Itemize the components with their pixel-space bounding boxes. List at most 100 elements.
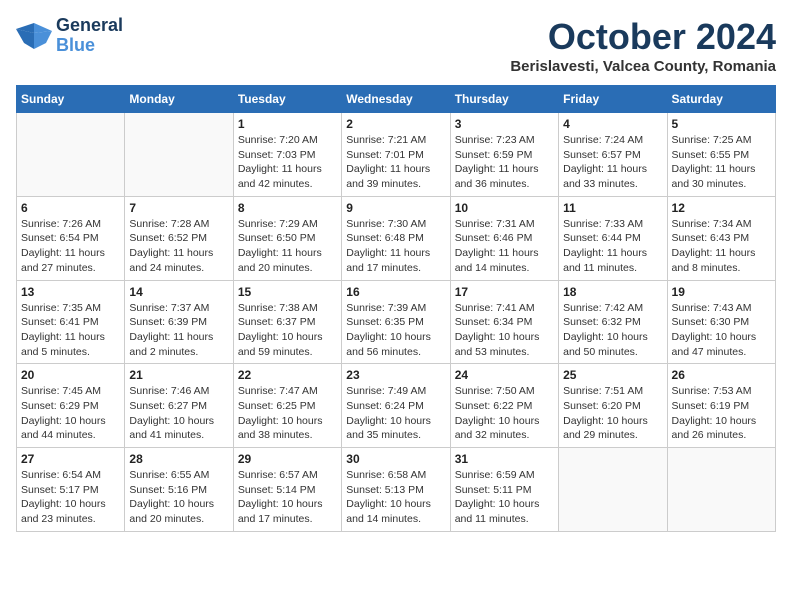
calendar-cell: 1 Sunrise: 7:20 AMSunset: 7:03 PMDaylight… <box>233 113 341 197</box>
logo-bird-icon <box>16 21 52 51</box>
day-number: 15 <box>238 285 337 299</box>
calendar-cell: 12 Sunrise: 7:34 AMSunset: 6:43 PMDayligh… <box>667 196 775 280</box>
day-info: Sunrise: 7:50 AMSunset: 6:22 PMDaylight:… <box>455 384 554 443</box>
day-number: 19 <box>672 285 771 299</box>
day-info: Sunrise: 6:54 AMSunset: 5:17 PMDaylight:… <box>21 468 120 527</box>
column-header-sunday: Sunday <box>17 86 125 113</box>
column-header-tuesday: Tuesday <box>233 86 341 113</box>
page-header: General Blue October 2024 Berislavesti, … <box>16 16 776 75</box>
title-block: October 2024 Berislavesti, Valcea County… <box>510 16 776 75</box>
day-info: Sunrise: 6:55 AMSunset: 5:16 PMDaylight:… <box>129 468 228 527</box>
day-info: Sunrise: 7:42 AMSunset: 6:32 PMDaylight:… <box>563 301 662 360</box>
day-info: Sunrise: 6:58 AMSunset: 5:13 PMDaylight:… <box>346 468 445 527</box>
day-number: 13 <box>21 285 120 299</box>
day-info: Sunrise: 7:49 AMSunset: 6:24 PMDaylight:… <box>346 384 445 443</box>
calendar-cell: 29 Sunrise: 6:57 AMSunset: 5:14 PMDayligh… <box>233 448 341 532</box>
day-info: Sunrise: 7:53 AMSunset: 6:19 PMDaylight:… <box>672 384 771 443</box>
day-number: 2 <box>346 117 445 131</box>
calendar-cell: 6 Sunrise: 7:26 AMSunset: 6:54 PMDaylight… <box>17 196 125 280</box>
day-info: Sunrise: 7:25 AMSunset: 6:55 PMDaylight:… <box>672 133 771 192</box>
day-number: 6 <box>21 201 120 215</box>
day-info: Sunrise: 7:41 AMSunset: 6:34 PMDaylight:… <box>455 301 554 360</box>
week-row-3: 13 Sunrise: 7:35 AMSunset: 6:41 PMDayligh… <box>17 280 776 364</box>
day-info: Sunrise: 7:37 AMSunset: 6:39 PMDaylight:… <box>129 301 228 360</box>
day-number: 3 <box>455 117 554 131</box>
calendar-cell: 24Sunrise: 7:50 AMSunset: 6:22 PMDayligh… <box>450 364 558 448</box>
day-info: Sunrise: 7:51 AMSunset: 6:20 PMDaylight:… <box>563 384 662 443</box>
day-number: 9 <box>346 201 445 215</box>
calendar-cell: 10 Sunrise: 7:31 AMSunset: 6:46 PMDayligh… <box>450 196 558 280</box>
column-header-wednesday: Wednesday <box>342 86 450 113</box>
calendar-cell: 27 Sunrise: 6:54 AMSunset: 5:17 PMDayligh… <box>17 448 125 532</box>
calendar-cell: 28Sunrise: 6:55 AMSunset: 5:16 PMDayligh… <box>125 448 233 532</box>
day-info: Sunrise: 7:20 AMSunset: 7:03 PMDaylight:… <box>238 133 337 192</box>
column-header-monday: Monday <box>125 86 233 113</box>
week-row-2: 6 Sunrise: 7:26 AMSunset: 6:54 PMDaylight… <box>17 196 776 280</box>
day-info: Sunrise: 7:38 AMSunset: 6:37 PMDaylight:… <box>238 301 337 360</box>
day-number: 16 <box>346 285 445 299</box>
day-info: Sunrise: 7:28 AMSunset: 6:52 PMDaylight:… <box>129 217 228 276</box>
calendar-cell: 13 Sunrise: 7:35 AMSunset: 6:41 PMDayligh… <box>17 280 125 364</box>
week-row-5: 27 Sunrise: 6:54 AMSunset: 5:17 PMDayligh… <box>17 448 776 532</box>
week-row-4: 20Sunrise: 7:45 AMSunset: 6:29 PMDayligh… <box>17 364 776 448</box>
calendar-cell: 5 Sunrise: 7:25 AMSunset: 6:55 PMDaylight… <box>667 113 775 197</box>
day-number: 30 <box>346 452 445 466</box>
day-number: 23 <box>346 368 445 382</box>
calendar-cell: 23 Sunrise: 7:49 AMSunset: 6:24 PMDayligh… <box>342 364 450 448</box>
month-title: October 2024 <box>510 16 776 58</box>
calendar-cell: 14 Sunrise: 7:37 AMSunset: 6:39 PMDayligh… <box>125 280 233 364</box>
day-info: Sunrise: 7:46 AMSunset: 6:27 PMDaylight:… <box>129 384 228 443</box>
day-info: Sunrise: 7:34 AMSunset: 6:43 PMDaylight:… <box>672 217 771 276</box>
day-info: Sunrise: 7:30 AMSunset: 6:48 PMDaylight:… <box>346 217 445 276</box>
calendar-cell: 19 Sunrise: 7:43 AMSunset: 6:30 PMDayligh… <box>667 280 775 364</box>
calendar-cell: 26 Sunrise: 7:53 AMSunset: 6:19 PMDayligh… <box>667 364 775 448</box>
day-number: 14 <box>129 285 228 299</box>
calendar-cell: 25 Sunrise: 7:51 AMSunset: 6:20 PMDayligh… <box>559 364 667 448</box>
day-info: Sunrise: 7:31 AMSunset: 6:46 PMDaylight:… <box>455 217 554 276</box>
calendar-cell <box>17 113 125 197</box>
day-number: 25 <box>563 368 662 382</box>
day-info: Sunrise: 7:35 AMSunset: 6:41 PMDaylight:… <box>21 301 120 360</box>
day-number: 22 <box>238 368 337 382</box>
day-info: Sunrise: 7:43 AMSunset: 6:30 PMDaylight:… <box>672 301 771 360</box>
logo-text: General Blue <box>56 16 123 56</box>
day-number: 10 <box>455 201 554 215</box>
day-info: Sunrise: 7:29 AMSunset: 6:50 PMDaylight:… <box>238 217 337 276</box>
calendar-cell <box>667 448 775 532</box>
calendar-cell: 3 Sunrise: 7:23 AMSunset: 6:59 PMDaylight… <box>450 113 558 197</box>
calendar-table: SundayMondayTuesdayWednesdayThursdayFrid… <box>16 85 776 532</box>
week-row-1: 1 Sunrise: 7:20 AMSunset: 7:03 PMDaylight… <box>17 113 776 197</box>
calendar-cell: 18 Sunrise: 7:42 AMSunset: 6:32 PMDayligh… <box>559 280 667 364</box>
day-info: Sunrise: 7:23 AMSunset: 6:59 PMDaylight:… <box>455 133 554 192</box>
day-number: 1 <box>238 117 337 131</box>
day-number: 21 <box>129 368 228 382</box>
day-info: Sunrise: 7:21 AMSunset: 7:01 PMDaylight:… <box>346 133 445 192</box>
calendar-cell: 15 Sunrise: 7:38 AMSunset: 6:37 PMDayligh… <box>233 280 341 364</box>
day-number: 11 <box>563 201 662 215</box>
calendar-cell <box>125 113 233 197</box>
calendar-cell: 4 Sunrise: 7:24 AMSunset: 6:57 PMDaylight… <box>559 113 667 197</box>
day-number: 29 <box>238 452 337 466</box>
day-info: Sunrise: 7:39 AMSunset: 6:35 PMDaylight:… <box>346 301 445 360</box>
column-header-saturday: Saturday <box>667 86 775 113</box>
column-header-friday: Friday <box>559 86 667 113</box>
day-info: Sunrise: 6:57 AMSunset: 5:14 PMDaylight:… <box>238 468 337 527</box>
calendar-cell: 2 Sunrise: 7:21 AMSunset: 7:01 PMDaylight… <box>342 113 450 197</box>
calendar-cell: 22Sunrise: 7:47 AMSunset: 6:25 PMDayligh… <box>233 364 341 448</box>
day-number: 26 <box>672 368 771 382</box>
day-number: 27 <box>21 452 120 466</box>
day-info: Sunrise: 7:24 AMSunset: 6:57 PMDaylight:… <box>563 133 662 192</box>
day-info: Sunrise: 7:26 AMSunset: 6:54 PMDaylight:… <box>21 217 120 276</box>
day-number: 8 <box>238 201 337 215</box>
day-number: 5 <box>672 117 771 131</box>
day-number: 12 <box>672 201 771 215</box>
calendar-header-row: SundayMondayTuesdayWednesdayThursdayFrid… <box>17 86 776 113</box>
day-number: 4 <box>563 117 662 131</box>
calendar-cell: 17Sunrise: 7:41 AMSunset: 6:34 PMDayligh… <box>450 280 558 364</box>
calendar-cell: 16 Sunrise: 7:39 AMSunset: 6:35 PMDayligh… <box>342 280 450 364</box>
calendar-cell: 11Sunrise: 7:33 AMSunset: 6:44 PMDayligh… <box>559 196 667 280</box>
day-number: 18 <box>563 285 662 299</box>
day-number: 20 <box>21 368 120 382</box>
day-number: 7 <box>129 201 228 215</box>
location-subtitle: Berislavesti, Valcea County, Romania <box>510 58 776 75</box>
